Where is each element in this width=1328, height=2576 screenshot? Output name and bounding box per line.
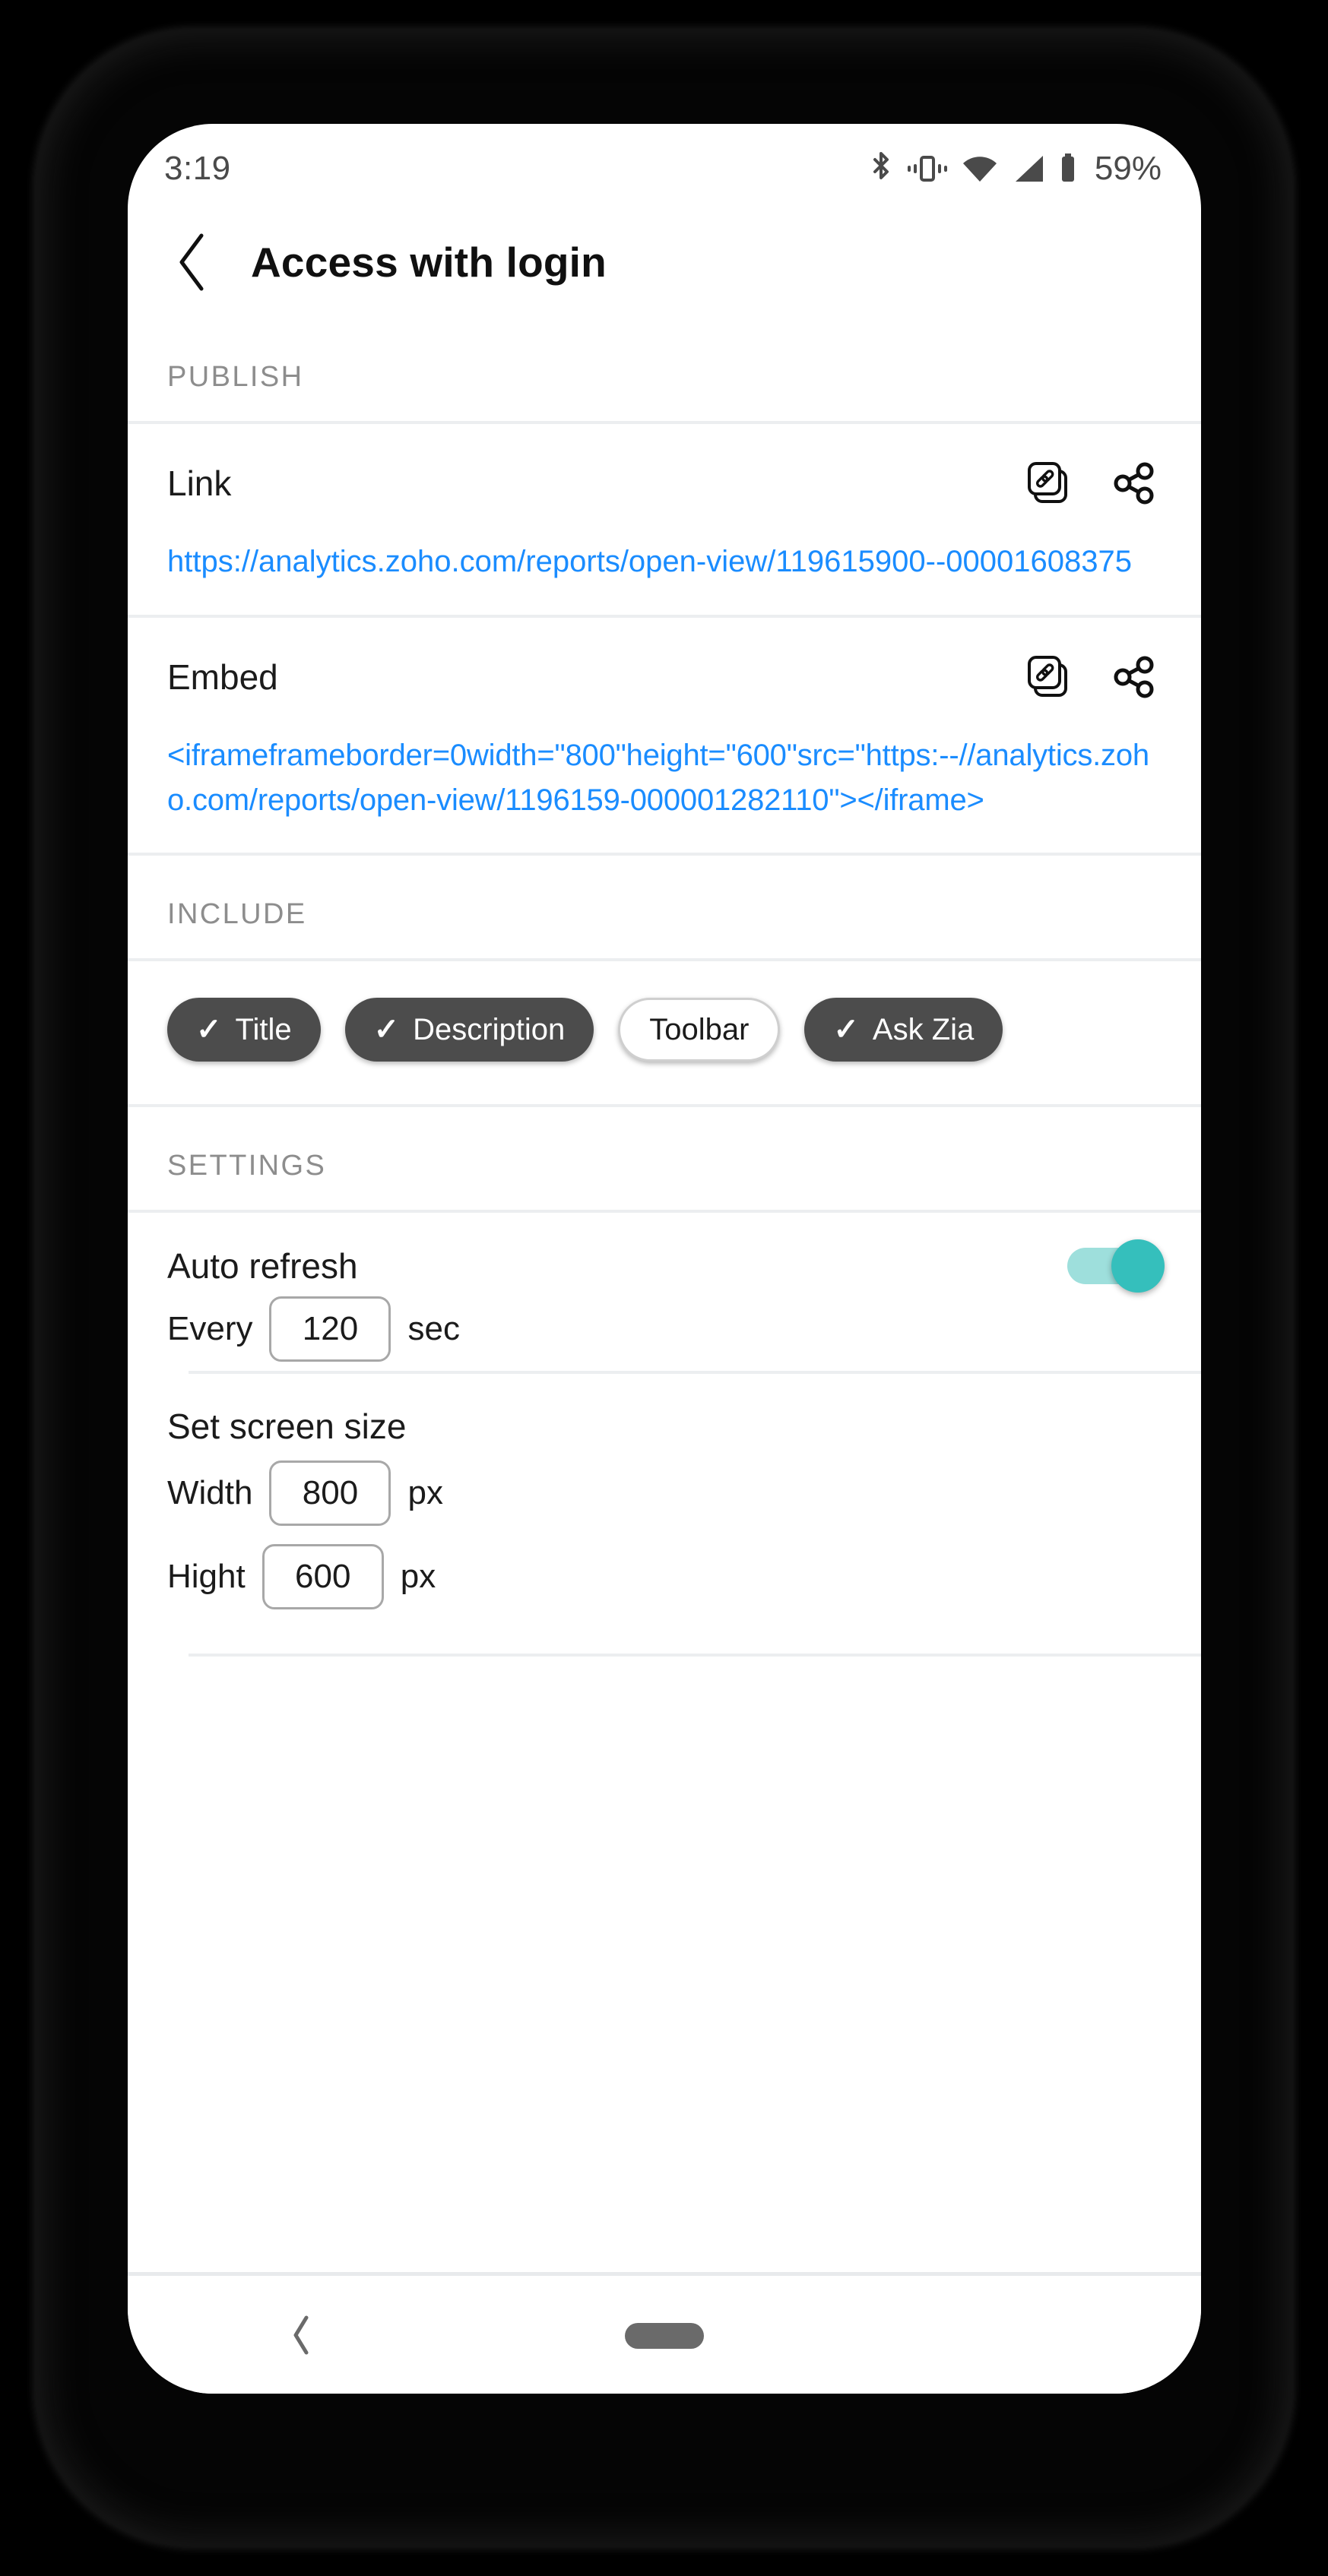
- auto-refresh-toggle[interactable]: [1067, 1239, 1165, 1293]
- interval-prefix-label: Every: [167, 1310, 253, 1348]
- check-icon: ✓: [373, 1013, 400, 1047]
- page-title: Access with login: [251, 239, 607, 286]
- chip-title[interactable]: ✓ Title: [167, 998, 321, 1062]
- toggle-thumb: [1111, 1239, 1165, 1293]
- copy-link-icon[interactable]: [1022, 456, 1076, 511]
- height-row: Hight 600 px: [128, 1535, 1201, 1619]
- system-navigation-bar: [128, 2272, 1201, 2394]
- chip-title-label: Title: [235, 1012, 292, 1046]
- app-bar: Access with login: [128, 206, 1201, 318]
- section-header-include: INCLUDE: [167, 898, 307, 931]
- phone-screen: 3:19 59% Access with login PUBLISH Link …: [128, 124, 1201, 2394]
- check-icon: ✓: [833, 1013, 859, 1047]
- divider: [189, 1654, 1201, 1657]
- publish-embed-actions: [1022, 650, 1162, 704]
- width-unit-label: px: [407, 1474, 443, 1512]
- chip-toolbar-label: Toolbar: [649, 1012, 750, 1046]
- status-bar-icons: 59%: [868, 144, 1162, 186]
- wifi-icon: [961, 151, 999, 186]
- nav-back-button[interactable]: [285, 2314, 319, 2356]
- screen-size-title: Set screen size: [167, 1407, 407, 1447]
- height-unit-label: px: [400, 1558, 436, 1596]
- width-input[interactable]: 800: [269, 1460, 391, 1527]
- publish-embed-label: Embed: [167, 657, 278, 697]
- battery-percent-label: 59%: [1094, 150, 1162, 187]
- settings-scroll-area[interactable]: PUBLISH Link https://analytics.zoho.com/…: [128, 318, 1201, 2272]
- copy-link-icon[interactable]: [1022, 650, 1076, 704]
- bluetooth-icon: [868, 151, 894, 186]
- publish-link-value[interactable]: https://analytics.zoho.com/reports/open-…: [128, 511, 1201, 615]
- chip-ask-zia-label: Ask Zia: [872, 1012, 975, 1046]
- section-header-settings: SETTINGS: [167, 1150, 327, 1182]
- interval-input[interactable]: 120: [269, 1296, 391, 1362]
- publish-embed-value[interactable]: <iframeframeborder=0width="800"height="6…: [128, 704, 1201, 853]
- auto-refresh-row: Auto refresh: [128, 1213, 1201, 1293]
- chip-description-label: Description: [413, 1012, 566, 1046]
- status-bar-clock: 3:19: [164, 150, 231, 187]
- check-icon: ✓: [196, 1013, 222, 1047]
- publish-link-label: Link: [167, 464, 232, 503]
- height-input[interactable]: 600: [261, 1544, 384, 1610]
- height-label: Hight: [167, 1558, 246, 1596]
- signal-icon: [1012, 151, 1045, 186]
- auto-refresh-label: Auto refresh: [167, 1246, 358, 1286]
- auto-refresh-interval-row: Every 120 sec: [128, 1287, 1201, 1371]
- width-row: Width 800 px: [128, 1451, 1201, 1535]
- publish-row-link-header: Link: [128, 424, 1201, 511]
- chip-description[interactable]: ✓ Description: [344, 998, 594, 1062]
- width-label: Width: [167, 1474, 253, 1512]
- status-bar: 3:19 59%: [128, 124, 1201, 206]
- chip-toolbar[interactable]: Toolbar: [618, 998, 781, 1062]
- battery-icon: [1058, 151, 1078, 186]
- share-icon[interactable]: [1107, 456, 1162, 511]
- nav-home-pill[interactable]: [625, 2323, 704, 2349]
- interval-unit-label: sec: [407, 1310, 460, 1348]
- publish-row-link: Link https://analytics.zoho.com/reports/…: [128, 424, 1201, 615]
- back-button[interactable]: [161, 229, 227, 295]
- publish-row-embed-header: Embed: [128, 618, 1201, 704]
- vibrate-icon: [907, 151, 948, 186]
- phone-frame: 3:19 59% Access with login PUBLISH Link …: [0, 0, 1328, 2576]
- include-chip-group: ✓ Title ✓ Description Toolbar ✓ Ask Zia: [128, 961, 1157, 1104]
- share-icon[interactable]: [1107, 650, 1162, 704]
- publish-row-embed: Embed <iframeframeborder=0width="800"hei…: [128, 618, 1201, 853]
- publish-link-actions: [1022, 456, 1162, 511]
- section-header-publish: PUBLISH: [167, 361, 304, 393]
- chip-ask-zia[interactable]: ✓ Ask Zia: [804, 998, 1003, 1062]
